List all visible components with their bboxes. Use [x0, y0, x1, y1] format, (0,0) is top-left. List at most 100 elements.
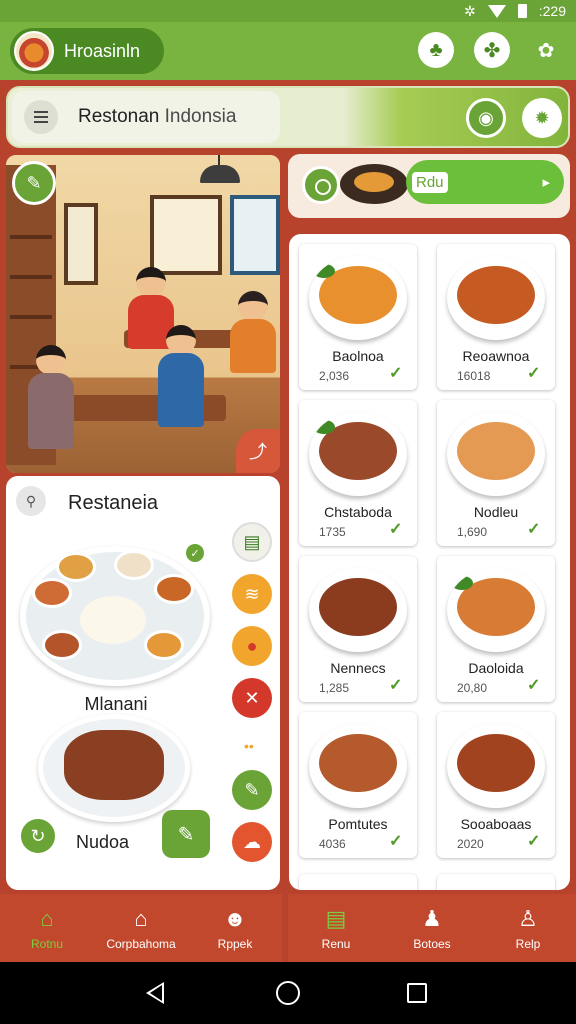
- people-icon: ♟: [422, 906, 442, 931]
- more-dots-icon: ••: [244, 738, 254, 754]
- restaurant-illustration: ✎ ⤴: [6, 155, 280, 473]
- apple-icon: ●: [246, 635, 258, 656]
- vibrate-icon: ✲: [464, 2, 476, 19]
- promo-pill[interactable]: Rdu ▸: [406, 160, 564, 204]
- person: [28, 345, 74, 449]
- menu-icon[interactable]: [24, 100, 58, 134]
- wifi-icon: [487, 4, 506, 18]
- clover-button[interactable]: ✤: [474, 32, 510, 68]
- search-icon[interactable]: ⚲: [16, 486, 46, 516]
- location-button[interactable]: ◉: [466, 98, 506, 138]
- menu-item[interactable]: Pomtutes 4036 ✓: [299, 712, 417, 858]
- apple-button[interactable]: ●: [232, 626, 272, 666]
- check-icon: ✓: [389, 833, 403, 850]
- home-circle-icon[interactable]: [276, 981, 300, 1005]
- person: [230, 291, 276, 373]
- store-icon: ⌂: [134, 906, 148, 931]
- menu-item[interactable]: Sooaboaas 2020 ✓: [437, 712, 555, 858]
- wall-frame: [230, 195, 280, 275]
- settings-button[interactable]: ✹: [522, 98, 562, 138]
- menu-item-price: 1,690: [457, 525, 488, 539]
- edit-icon: ✎: [177, 823, 195, 846]
- menu-item[interactable]: Daoloida 20,80 ✓: [437, 556, 555, 702]
- menu-item-price: 16018: [457, 369, 491, 383]
- rice-platter-image: [20, 546, 210, 686]
- home-icon: ⌂: [40, 906, 54, 931]
- notes-button[interactable]: ▤: [232, 522, 272, 562]
- nav-label: Botoes: [413, 937, 451, 951]
- check-badge: ✓: [186, 544, 204, 562]
- check-icon: ✓: [527, 833, 541, 850]
- nav-people[interactable]: ♟ Botoes: [384, 894, 480, 962]
- nav-home[interactable]: ⌂ Rotnu: [0, 894, 94, 962]
- profile-icon: ♙: [518, 906, 538, 931]
- lamp: [200, 155, 240, 183]
- chat-icon: ☁: [243, 831, 261, 852]
- menu-item-name: Nennecs: [330, 660, 386, 676]
- menu-item[interactable]: Reoawnoa 16018 ✓: [437, 244, 555, 390]
- flower-button[interactable]: ✿: [528, 32, 564, 68]
- battery-icon: [517, 4, 527, 18]
- pencil-icon: ✎: [244, 779, 260, 800]
- flower-icon: ✿: [537, 39, 555, 62]
- fries-button[interactable]: ≋: [232, 574, 272, 614]
- edit-side-button[interactable]: ✎: [232, 770, 272, 810]
- menu-item[interactable]: Baolnoa 2,036 ✓: [299, 244, 417, 390]
- target-icon[interactable]: [302, 166, 340, 204]
- nav-store[interactable]: ⌂ Corpbahoma: [94, 894, 188, 962]
- edit-button[interactable]: ✎: [12, 161, 56, 205]
- gear-icon: ✹: [534, 107, 550, 128]
- menu-item-partial[interactable]: [299, 874, 417, 890]
- menu-item-price: 2,036: [319, 369, 350, 383]
- bottom-nav-left: ⌂ Rotnu ⌂ Corpbahoma ☻ Rppek: [0, 894, 282, 962]
- menu-item-name: Baolnoa: [332, 348, 384, 364]
- menu-item-price: 4036: [319, 837, 346, 851]
- chat-button[interactable]: ☁: [232, 822, 272, 862]
- refresh-button[interactable]: ↻: [18, 816, 58, 856]
- arrow-right-icon: ▸: [542, 174, 550, 191]
- search-bar[interactable]: Restonan Indonsia: [12, 91, 280, 143]
- recents-icon[interactable]: [407, 983, 427, 1003]
- menu-item[interactable]: Nodleu 1,690 ✓: [437, 400, 555, 546]
- menu-item-name: Pomtutes: [328, 816, 388, 832]
- nav-chat[interactable]: ☻ Rppek: [188, 894, 282, 962]
- nav-menu[interactable]: ▤ Renu: [288, 894, 384, 962]
- wall-frame: [150, 195, 222, 275]
- leaf-button[interactable]: ♣: [418, 32, 454, 68]
- menu-item-partial[interactable]: [437, 874, 555, 890]
- share-button[interactable]: ⤴: [236, 429, 280, 473]
- menu-item[interactable]: Nennecs 1,285 ✓: [299, 556, 417, 702]
- share-icon: ⤴: [249, 442, 267, 462]
- nav-label: Renu: [321, 937, 351, 951]
- edit-dish-button[interactable]: ✎: [162, 810, 210, 858]
- menu-board-icon: ▤: [325, 906, 347, 931]
- nav-label: Corpbahoma: [106, 937, 176, 951]
- document-icon: ▤: [243, 531, 261, 552]
- nav-label: Rppek: [217, 937, 253, 951]
- search-label: Restonan Indonsia: [78, 106, 237, 127]
- refresh-icon: ↻: [30, 825, 46, 846]
- menu-item-name: Sooaboaas: [460, 816, 532, 832]
- status-time: :229: [538, 3, 566, 19]
- promo-banner[interactable]: Rdu ▸: [288, 154, 570, 218]
- promo-label: Rdu: [412, 171, 448, 193]
- nav-profile[interactable]: ♙ Relp: [480, 894, 576, 962]
- close-button[interactable]: ✕: [232, 678, 272, 718]
- back-icon[interactable]: [146, 982, 164, 1004]
- clover-icon: ✤: [483, 39, 501, 62]
- pencil-icon: ✎: [26, 172, 42, 193]
- card-title: Restaneia: [68, 492, 159, 514]
- status-bar: ✲ :229: [0, 0, 576, 22]
- menu-item-name: Reoawnoa: [462, 348, 530, 364]
- menu-item-name: Chstaboda: [324, 504, 392, 520]
- menu-item-price: 1735: [319, 525, 346, 539]
- menu-item-name: Nodleu: [473, 504, 519, 520]
- brand-chip[interactable]: Hroasinln: [10, 28, 164, 74]
- app-logo: [14, 31, 54, 71]
- menu-item-price: 1,285: [319, 681, 350, 695]
- search-row: Restonan Indonsia ◉ ✹: [6, 86, 570, 148]
- menu-grid: Baolnoa 2,036 ✓ Reoawnoa 16018 ✓ Chstabo…: [289, 234, 570, 890]
- bottom-nav-right: ▤ Renu ♟ Botoes ♙ Relp: [288, 894, 576, 962]
- wall-frame: [64, 203, 98, 285]
- menu-item[interactable]: Chstaboda 1735 ✓: [299, 400, 417, 546]
